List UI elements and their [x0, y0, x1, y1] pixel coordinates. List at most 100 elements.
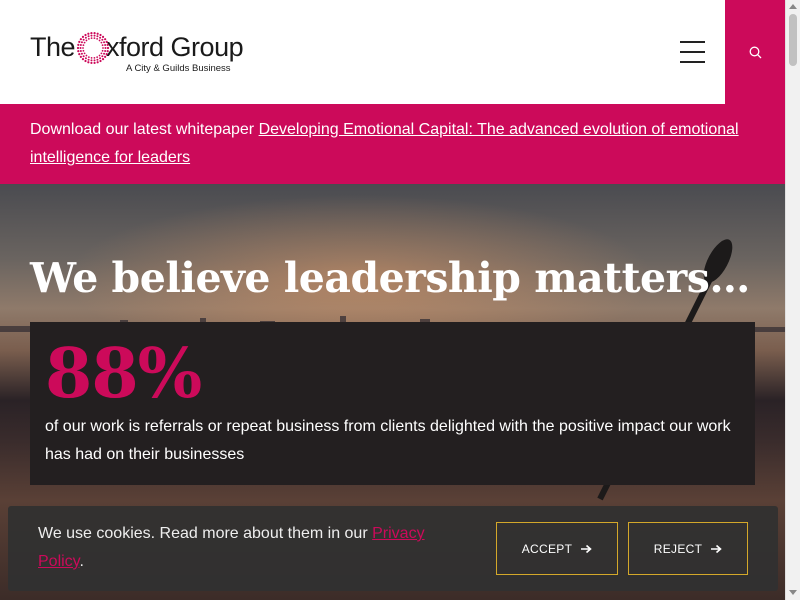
logo-dot [99, 59, 102, 63]
logo-dot [79, 55, 82, 58]
logo-dot [93, 37, 96, 39]
logo-dot [79, 49, 82, 52]
logo-dot [87, 35, 90, 38]
oxford-group-logo[interactable]: The xford Group A City & Guilds Business [30, 30, 250, 76]
logo-dot [79, 44, 82, 47]
arrow-right-icon [711, 544, 722, 553]
logo-dot [82, 49, 85, 52]
hamburger-menu-icon[interactable] [680, 40, 705, 64]
scroll-up-arrow-icon[interactable] [789, 4, 797, 9]
cookie-message: We use cookies. Read more about them in … [38, 520, 458, 576]
hero-heading: We believe leadership matters… [30, 254, 750, 302]
logo-dot [87, 61, 90, 64]
logo-tagline: A City & Guilds Business [126, 63, 231, 74]
logo-dot [106, 46, 110, 50]
cookie-message-suffix: . [79, 553, 84, 570]
logo-dot [93, 61, 96, 65]
logo-dot [100, 52, 103, 55]
logo-dot [104, 47, 107, 49]
logo-dot [85, 54, 88, 57]
stat-description: of our work is referrals or repeat busin… [45, 418, 731, 463]
logo-dot [101, 38, 104, 41]
logo-dot [90, 57, 93, 59]
scroll-thumb[interactable] [789, 14, 797, 66]
reject-label: REJECT [653, 541, 703, 556]
logo-dot [82, 44, 85, 47]
logo-dot [84, 33, 87, 37]
logo-dot [93, 31, 96, 35]
logo-dot [82, 38, 85, 41]
logo-dot [104, 38, 107, 41]
logo-dot [90, 31, 93, 35]
logo-dot [101, 55, 104, 58]
logo-word-the: The [30, 32, 76, 62]
logo-dot [96, 58, 99, 61]
logo-dot [98, 39, 101, 42]
logo-o-mark-icon [76, 31, 110, 65]
logo-dot [101, 49, 104, 52]
logo-dot [87, 58, 90, 61]
logo-dot [85, 39, 88, 42]
logo-dot [96, 61, 99, 64]
stat-number: 88% [45, 334, 202, 414]
logo-word-xford-group: xford Group [106, 32, 244, 62]
logo-dot [105, 40, 108, 43]
logo-dot [77, 50, 80, 53]
logo-dot [90, 59, 93, 62]
site-header: The xford Group A City & Guilds Business [0, 0, 785, 104]
reject-cookies-button[interactable]: REJECT [628, 522, 748, 575]
banner-prefix: Download our latest whitepaper [30, 121, 259, 138]
arrow-right-icon [581, 544, 592, 553]
logo-dot [80, 52, 83, 55]
logo-dot [99, 57, 102, 60]
cookie-banner: We use cookies. Read more about them in … [8, 506, 778, 591]
logo-dot [98, 54, 101, 57]
logo-dot [84, 36, 87, 39]
logo-dot [101, 44, 104, 47]
logo-dot [87, 56, 90, 58]
logo-dot [84, 59, 87, 63]
logo-dot [83, 41, 86, 44]
logo-dot [81, 58, 85, 61]
logo-dot [76, 46, 80, 50]
logo-wordmark: The xford Group [30, 32, 244, 63]
logo-dot [96, 38, 99, 40]
logo-dot [87, 38, 90, 40]
logo-dot [82, 55, 85, 58]
logo-dot [78, 40, 81, 43]
logo-dot [87, 32, 90, 35]
search-button[interactable] [725, 0, 785, 104]
logo-dot [90, 34, 93, 37]
logo-dot [106, 50, 109, 53]
logo-dot [81, 35, 85, 38]
logo-dot [82, 47, 84, 49]
scroll-down-arrow-icon[interactable] [789, 590, 797, 595]
logo-dot [101, 35, 105, 38]
logo-dot [96, 56, 99, 58]
logo-dot [80, 41, 83, 44]
logo-dot [93, 57, 96, 59]
logo-dot [103, 52, 106, 55]
logo-dot [83, 52, 86, 55]
logo-dot [77, 43, 80, 46]
logo-dot [96, 35, 99, 38]
logo-dot [99, 33, 102, 37]
logo-dot [78, 53, 81, 56]
logo-dot [93, 59, 96, 62]
page-scrollbar[interactable] [785, 0, 800, 600]
logo-dot [100, 41, 103, 44]
stat-card: 88% of our work is referrals or repeat b… [30, 322, 755, 485]
cookie-message-text: We use cookies. Read more about them in … [38, 525, 373, 542]
logo-dot [104, 44, 107, 47]
logo-dot [93, 34, 96, 37]
logo-dot [101, 58, 105, 61]
accept-cookies-button[interactable]: ACCEPT [496, 522, 618, 575]
logo-dot [103, 41, 106, 44]
logo-dot [106, 43, 109, 46]
accept-label: ACCEPT [521, 541, 573, 556]
logo-dot [104, 55, 107, 58]
logo-dot [90, 37, 93, 39]
logo-dot [79, 47, 82, 49]
logo-dot [102, 47, 104, 49]
logo-dot [99, 36, 102, 39]
